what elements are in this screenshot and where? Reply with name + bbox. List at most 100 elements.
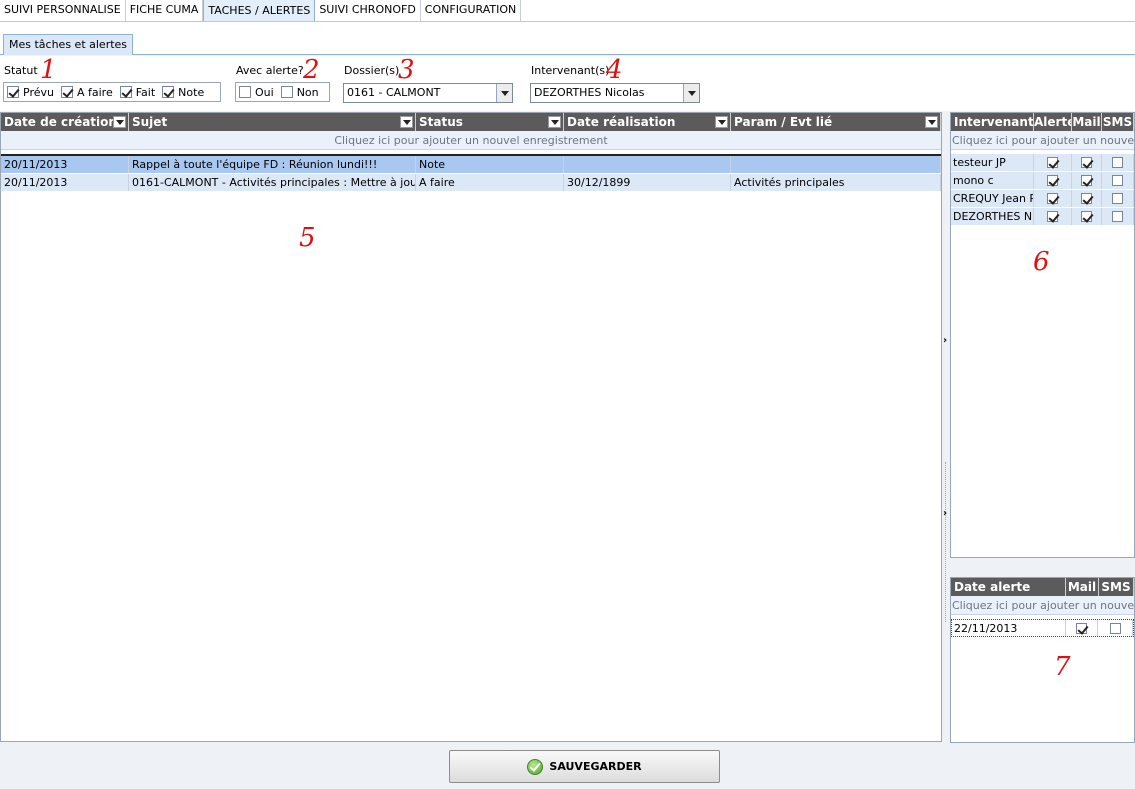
checkbox-alerte[interactable] (1047, 211, 1058, 222)
chevron-down-icon[interactable] (496, 84, 512, 102)
menu-item-4[interactable]: CONFIGURATION (420, 0, 522, 21)
menu-item-3[interactable]: SUIVI CHRONOFD (315, 0, 421, 21)
intervenant-mail-cell[interactable] (1072, 172, 1102, 189)
chevron-down-icon[interactable] (715, 116, 728, 128)
alert-date[interactable]: 22/11/2013 (952, 620, 1066, 636)
checkbox-mail[interactable] (1076, 622, 1088, 634)
chevron-right-icon[interactable]: › (943, 509, 947, 519)
checkbox-mail[interactable] (1081, 211, 1092, 222)
menu-item-1[interactable]: FICHE CUMA (125, 0, 204, 21)
checkbox-box[interactable] (7, 86, 19, 98)
dossier-select[interactable]: 0161 - CALMONT (343, 83, 513, 103)
chevron-down-icon[interactable] (548, 116, 561, 128)
intervenant-name[interactable]: CREQUY Jean Paul (951, 190, 1034, 207)
intervenant-name[interactable]: DEZORTHES Nicolas (951, 208, 1034, 225)
column-header-0[interactable]: Date de création (1, 113, 129, 131)
annotation-2: 2 (303, 55, 320, 85)
intervenant-row[interactable]: mono c (951, 172, 1134, 190)
panel-splitter[interactable]: › › (942, 112, 950, 742)
checkbox-alerte[interactable] (1047, 193, 1058, 204)
table-cell[interactable]: 30/12/1899 (564, 174, 731, 191)
intervenant-select[interactable]: DEZORTHES Nicolas (530, 83, 700, 103)
checkbox-sms[interactable] (1112, 157, 1123, 168)
checkbox-statut-3[interactable]: Note (162, 86, 204, 99)
checkbox-sms[interactable] (1109, 622, 1121, 634)
table-cell[interactable]: 20/11/2013 (1, 174, 129, 191)
table-cell[interactable] (564, 156, 731, 173)
tab-mes-taches[interactable]: Mes tâches et alertes (3, 34, 134, 55)
alert-column-header-1[interactable]: Mail (1066, 578, 1099, 596)
checkbox-mail[interactable] (1081, 193, 1092, 204)
column-header-2[interactable]: Status (416, 113, 564, 131)
intervenant-column-header-2[interactable]: Mail (1072, 113, 1102, 131)
table-row[interactable]: 20/11/2013 0161-CALMONT - Activités princ… (1, 174, 941, 192)
checkbox-statut-2[interactable]: Fait (119, 86, 155, 99)
checkbox-box[interactable] (60, 86, 73, 98)
checkbox-sms[interactable] (1112, 175, 1123, 186)
intervenant-sms-cell[interactable] (1102, 208, 1134, 225)
intervenant-column-header-0[interactable]: Intervenant (951, 113, 1034, 131)
checkbox-sms[interactable] (1112, 193, 1123, 204)
checkbox-alerte[interactable] (1047, 157, 1058, 168)
intervenant-mail-cell[interactable] (1072, 190, 1102, 207)
intervenant-row[interactable]: CREQUY Jean Paul (951, 190, 1134, 208)
checkbox-alerte[interactable] (1047, 175, 1058, 186)
chevron-down-icon[interactable] (683, 84, 699, 102)
table-row[interactable]: 20/11/2013 Rappel à toute l'équipe FD : R… (1, 156, 941, 174)
intervenant-alerte-cell[interactable] (1034, 172, 1072, 189)
alert-column-header-2[interactable]: SMS (1099, 578, 1134, 596)
intervenant-name[interactable]: testeur JP (951, 154, 1034, 171)
add-intervenant-row[interactable]: Cliquez ici pour ajouter un nouvel enreg… (951, 131, 1134, 150)
alert-sms-cell[interactable] (1098, 620, 1133, 636)
intervenant-alerte-cell[interactable] (1034, 208, 1072, 225)
checkbox-sms[interactable] (1112, 211, 1123, 222)
column-header-1[interactable]: Sujet (129, 113, 416, 131)
checkbox-box[interactable] (162, 86, 175, 98)
table-cell[interactable]: 20/11/2013 (1, 156, 129, 173)
intervenant-row[interactable]: testeur JP (951, 154, 1134, 172)
checkbox-label: A faire (76, 85, 113, 99)
chevron-down-icon[interactable] (113, 116, 126, 128)
add-alert-row[interactable]: Cliquez ici pour ajouter un nouvel enreg… (951, 596, 1134, 615)
intervenant-row[interactable]: DEZORTHES Nicolas (951, 208, 1134, 226)
checkbox-box[interactable] (280, 86, 293, 98)
checkbox-box[interactable] (119, 86, 132, 98)
table-cell[interactable] (731, 156, 941, 173)
table-cell[interactable]: A faire (416, 174, 564, 191)
checkbox-mail[interactable] (1081, 157, 1092, 168)
checkbox-alerte-1[interactable]: Non (280, 86, 319, 99)
chevron-down-icon[interactable] (400, 116, 413, 128)
table-cell[interactable]: 0161-CALMONT - Activités principales : M… (129, 174, 416, 191)
chevron-down-icon[interactable] (925, 116, 938, 128)
intervenant-column-header-3[interactable]: SMS (1102, 113, 1134, 131)
intervenant-alerte-cell[interactable] (1034, 190, 1072, 207)
statut-checkbox-group: Prévu A faire Fait Note (3, 82, 221, 102)
checkbox-statut-0[interactable]: Prévu (7, 86, 54, 99)
alert-column-header-0[interactable]: Date alerte (951, 578, 1066, 596)
table-cell[interactable]: Activités principales (731, 174, 941, 191)
column-header-4[interactable]: Param / Evt lié (731, 113, 941, 131)
intervenant-name[interactable]: mono c (951, 172, 1034, 189)
alert-dates-grid: Date alerte Mail SMS Cliquez ici pour ajou… (950, 577, 1135, 743)
intervenant-mail-cell[interactable] (1072, 154, 1102, 171)
checkbox-mail[interactable] (1081, 175, 1092, 186)
chevron-right-icon[interactable]: › (943, 336, 947, 346)
intervenant-column-header-1[interactable]: Alerte (1034, 113, 1072, 131)
intervenant-alerte-cell[interactable] (1034, 154, 1072, 171)
intervenant-sms-cell[interactable] (1102, 154, 1134, 171)
menu-item-2[interactable]: TACHES / ALERTES (203, 0, 316, 21)
intervenant-sms-cell[interactable] (1102, 172, 1134, 189)
menu-item-0[interactable]: SUIVI PERSONNALISE (0, 0, 126, 21)
intervenant-sms-cell[interactable] (1102, 190, 1134, 207)
checkbox-alerte-0[interactable]: Oui (239, 86, 274, 99)
alert-row[interactable]: 22/11/2013 (951, 619, 1134, 637)
checkbox-statut-1[interactable]: A faire (60, 85, 113, 99)
table-cell[interactable]: Rappel à toute l'équipe FD : Réunion lun… (129, 156, 416, 173)
save-button[interactable]: SAUVEGARDER (449, 750, 720, 783)
add-record-row[interactable]: Cliquez ici pour ajouter un nouvel enreg… (1, 131, 941, 150)
intervenant-mail-cell[interactable] (1072, 208, 1102, 225)
table-cell[interactable]: Note (416, 156, 564, 173)
column-header-3[interactable]: Date réalisation (564, 113, 731, 131)
checkbox-box[interactable] (239, 86, 251, 98)
alert-mail-cell[interactable] (1066, 620, 1099, 636)
